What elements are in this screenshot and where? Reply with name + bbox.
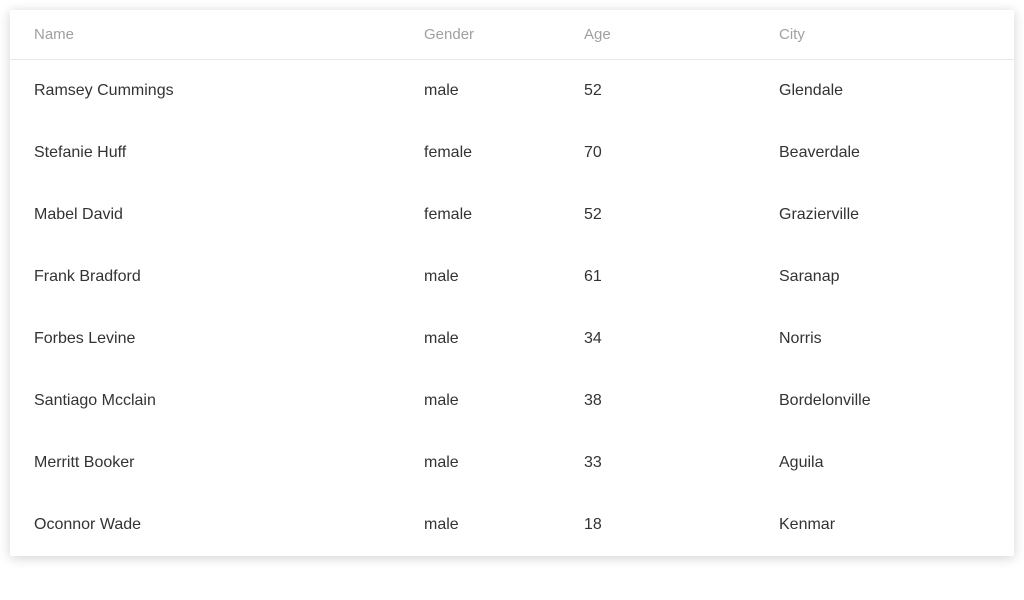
- cell-city: Glendale: [779, 82, 990, 100]
- table-row[interactable]: Frank Bradford male 61 Saranap: [10, 246, 1014, 308]
- cell-city: Norris: [779, 330, 990, 348]
- cell-gender: male: [424, 454, 584, 472]
- cell-city: Bordelonville: [779, 392, 990, 410]
- cell-gender: female: [424, 206, 584, 224]
- cell-gender: male: [424, 516, 584, 534]
- cell-name: Frank Bradford: [34, 268, 424, 286]
- cell-name: Ramsey Cummings: [34, 82, 424, 100]
- table-row[interactable]: Forbes Levine male 34 Norris: [10, 308, 1014, 370]
- cell-city: Grazierville: [779, 206, 990, 224]
- table-row[interactable]: Santiago Mcclain male 38 Bordelonville: [10, 370, 1014, 432]
- cell-age: 33: [584, 454, 779, 472]
- column-header-name[interactable]: Name: [34, 26, 424, 43]
- cell-name: Oconnor Wade: [34, 516, 424, 534]
- cell-age: 18: [584, 516, 779, 534]
- cell-age: 34: [584, 330, 779, 348]
- cell-gender: male: [424, 268, 584, 286]
- cell-age: 38: [584, 392, 779, 410]
- cell-city: Beaverdale: [779, 144, 990, 162]
- table-row[interactable]: Stefanie Huff female 70 Beaverdale: [10, 122, 1014, 184]
- cell-age: 52: [584, 206, 779, 224]
- cell-gender: female: [424, 144, 584, 162]
- cell-gender: male: [424, 330, 584, 348]
- cell-city: Kenmar: [779, 516, 990, 534]
- cell-name: Mabel David: [34, 206, 424, 224]
- table-header-row: Name Gender Age City: [10, 10, 1014, 60]
- column-header-age[interactable]: Age: [584, 26, 779, 43]
- cell-age: 61: [584, 268, 779, 286]
- data-table: Name Gender Age City Ramsey Cummings mal…: [10, 10, 1014, 556]
- cell-age: 70: [584, 144, 779, 162]
- cell-name: Merritt Booker: [34, 454, 424, 472]
- cell-gender: male: [424, 82, 584, 100]
- cell-city: Aguila: [779, 454, 990, 472]
- cell-name: Santiago Mcclain: [34, 392, 424, 410]
- cell-city: Saranap: [779, 268, 990, 286]
- cell-name: Forbes Levine: [34, 330, 424, 348]
- cell-name: Stefanie Huff: [34, 144, 424, 162]
- table-row[interactable]: Merritt Booker male 33 Aguila: [10, 432, 1014, 494]
- column-header-gender[interactable]: Gender: [424, 26, 584, 43]
- cell-age: 52: [584, 82, 779, 100]
- cell-gender: male: [424, 392, 584, 410]
- table-row[interactable]: Mabel David female 52 Grazierville: [10, 184, 1014, 246]
- table-row[interactable]: Oconnor Wade male 18 Kenmar: [10, 494, 1014, 556]
- column-header-city[interactable]: City: [779, 26, 990, 43]
- table-body: Ramsey Cummings male 52 Glendale Stefani…: [10, 60, 1014, 556]
- table-row[interactable]: Ramsey Cummings male 52 Glendale: [10, 60, 1014, 122]
